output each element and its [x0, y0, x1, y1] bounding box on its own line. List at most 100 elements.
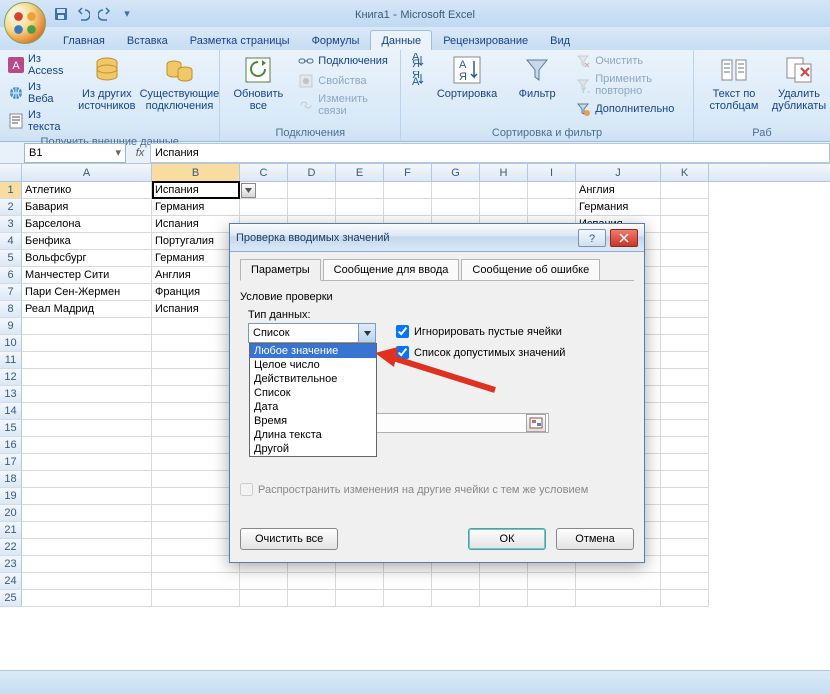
cell[interactable]: [661, 182, 709, 199]
cell[interactable]: Бенфика: [22, 233, 152, 250]
cell[interactable]: [480, 590, 528, 607]
cell[interactable]: [152, 573, 240, 590]
row-header[interactable]: 8: [0, 301, 22, 318]
cell[interactable]: [22, 403, 152, 420]
col-header[interactable]: D: [288, 164, 336, 181]
checkbox[interactable]: [396, 325, 409, 338]
cell[interactable]: [384, 182, 432, 199]
cell[interactable]: [152, 335, 240, 352]
cell[interactable]: [152, 369, 240, 386]
cell[interactable]: [152, 386, 240, 403]
sheet-tabs-bar[interactable]: [0, 670, 830, 694]
tab-insert[interactable]: Вставка: [116, 30, 179, 50]
cell[interactable]: [22, 352, 152, 369]
col-header[interactable]: F: [384, 164, 432, 181]
tab-error-alert[interactable]: Сообщение об ошибке: [461, 259, 600, 281]
cell[interactable]: Англия: [576, 182, 661, 199]
cell[interactable]: [384, 199, 432, 216]
list-item[interactable]: Другой: [250, 442, 376, 456]
list-item[interactable]: Дата: [250, 400, 376, 414]
cell[interactable]: [336, 590, 384, 607]
list-item[interactable]: Длина текста: [250, 428, 376, 442]
checkbox[interactable]: [396, 346, 409, 359]
cell[interactable]: [152, 318, 240, 335]
cell[interactable]: Вольфсбург: [22, 250, 152, 267]
cell[interactable]: [152, 454, 240, 471]
cell[interactable]: [22, 437, 152, 454]
cell[interactable]: Барселона: [22, 216, 152, 233]
row-header[interactable]: 21: [0, 522, 22, 539]
cell[interactable]: [152, 522, 240, 539]
cell[interactable]: Франция: [152, 284, 240, 301]
cell[interactable]: [152, 488, 240, 505]
cell[interactable]: [661, 216, 709, 233]
row-header[interactable]: 7: [0, 284, 22, 301]
col-header[interactable]: A: [22, 164, 152, 181]
cell[interactable]: [661, 471, 709, 488]
cell[interactable]: [528, 573, 576, 590]
tab-view[interactable]: Вид: [539, 30, 581, 50]
cell[interactable]: [528, 199, 576, 216]
filter-button[interactable]: Фильтр: [507, 52, 567, 102]
cell[interactable]: [432, 590, 480, 607]
connections-button[interactable]: Подключения: [296, 52, 394, 70]
cell[interactable]: [22, 505, 152, 522]
row-header[interactable]: 6: [0, 267, 22, 284]
cell[interactable]: [661, 386, 709, 403]
cell[interactable]: Испания: [152, 182, 240, 199]
tab-input-message[interactable]: Сообщение для ввода: [323, 259, 460, 281]
cell[interactable]: [576, 573, 661, 590]
cell[interactable]: [661, 454, 709, 471]
cell[interactable]: Испания: [152, 216, 240, 233]
ignore-blank-checkbox[interactable]: Игнорировать пустые ячейки: [396, 325, 565, 338]
cell[interactable]: [240, 573, 288, 590]
row-header[interactable]: 3: [0, 216, 22, 233]
select-all-corner[interactable]: [0, 164, 22, 181]
row-header[interactable]: 17: [0, 454, 22, 471]
range-picker-icon[interactable]: [526, 414, 546, 432]
name-box[interactable]: B1▾: [24, 143, 126, 163]
existing-conn-button[interactable]: Существующие подключения: [145, 52, 213, 114]
cell[interactable]: [22, 488, 152, 505]
chevron-down-icon[interactable]: [358, 324, 375, 342]
col-header[interactable]: H: [480, 164, 528, 181]
tab-parameters[interactable]: Параметры: [240, 259, 321, 281]
row-header[interactable]: 19: [0, 488, 22, 505]
cell[interactable]: [432, 199, 480, 216]
advanced-filter-button[interactable]: Дополнительно: [573, 100, 687, 118]
row-header[interactable]: 25: [0, 590, 22, 607]
cell[interactable]: [22, 454, 152, 471]
office-button[interactable]: [4, 2, 46, 44]
cell[interactable]: [661, 573, 709, 590]
col-header[interactable]: B: [152, 164, 240, 181]
cell[interactable]: [661, 301, 709, 318]
tab-home[interactable]: Главная: [52, 30, 116, 50]
cell[interactable]: [22, 573, 152, 590]
cell[interactable]: [528, 182, 576, 199]
tab-formulas[interactable]: Формулы: [301, 30, 371, 50]
cell[interactable]: [288, 573, 336, 590]
undo-icon[interactable]: [74, 5, 92, 23]
allow-type-select[interactable]: Список Любое значениеЦелое числоДействит…: [248, 323, 376, 343]
cell[interactable]: [288, 199, 336, 216]
cell[interactable]: [661, 488, 709, 505]
cell[interactable]: [480, 199, 528, 216]
col-header[interactable]: J: [576, 164, 661, 181]
cell[interactable]: [22, 556, 152, 573]
cell[interactable]: [661, 539, 709, 556]
cell[interactable]: [152, 437, 240, 454]
cell[interactable]: [432, 182, 480, 199]
row-header[interactable]: 12: [0, 369, 22, 386]
refresh-all-button[interactable]: Обновить все: [226, 52, 290, 114]
cell[interactable]: [432, 573, 480, 590]
tab-data[interactable]: Данные: [370, 30, 432, 50]
cell[interactable]: [661, 420, 709, 437]
cell[interactable]: [661, 403, 709, 420]
row-header[interactable]: 23: [0, 556, 22, 573]
cell[interactable]: [576, 590, 661, 607]
cell[interactable]: [661, 335, 709, 352]
text-to-columns-button[interactable]: Текст по столбцам: [700, 52, 768, 114]
row-header[interactable]: 16: [0, 437, 22, 454]
cell[interactable]: [152, 403, 240, 420]
cell[interactable]: Испания: [152, 301, 240, 318]
